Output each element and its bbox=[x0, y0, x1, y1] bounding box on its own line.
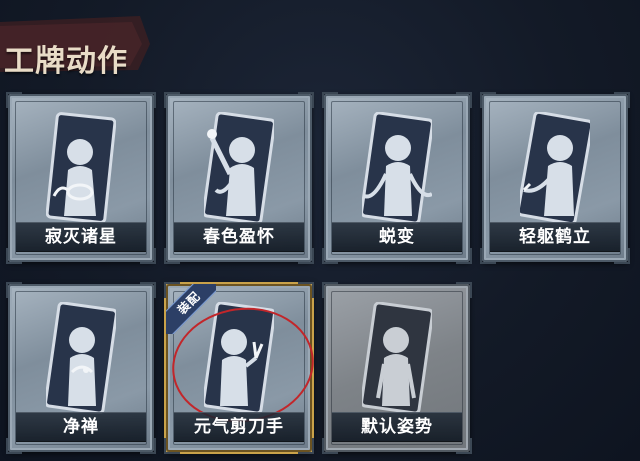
card-label: 轻躯鹤立 bbox=[490, 222, 620, 252]
card-label: 春色盈怀 bbox=[174, 222, 304, 252]
card-label: 寂灭诸星 bbox=[16, 222, 146, 252]
pose-silhouette-hands-circle-icon bbox=[46, 112, 116, 224]
pose-silhouette-arms-open-icon bbox=[362, 112, 432, 224]
badge-pose-screen: 工牌动作 寂灭诸星 春色盈怀 蜕变 轻躯鹤立 净禅 装配 元气剪刀手 默认姿势 bbox=[0, 0, 640, 461]
pose-silhouette-default-icon bbox=[362, 302, 432, 414]
pose-card-3[interactable]: 蜕变 bbox=[322, 92, 472, 264]
pose-card-5[interactable]: 净禅 bbox=[6, 282, 156, 454]
title-ribbon: 工牌动作 bbox=[0, 14, 150, 79]
pose-card-2[interactable]: 春色盈怀 bbox=[164, 92, 314, 264]
card-label: 默认姿势 bbox=[332, 412, 462, 442]
card-label: 净禅 bbox=[16, 412, 146, 442]
pose-card-1[interactable]: 寂灭诸星 bbox=[6, 92, 156, 264]
pose-silhouette-crane-icon bbox=[520, 112, 590, 224]
card-label: 元气剪刀手 bbox=[174, 412, 304, 442]
pose-card-4[interactable]: 轻躯鹤立 bbox=[480, 92, 630, 264]
pose-card-7[interactable]: 默认姿势 bbox=[322, 282, 472, 454]
equipped-badge-text: 装配 bbox=[166, 284, 216, 334]
pose-silhouette-zen-icon bbox=[46, 302, 116, 414]
pose-silhouette-flower-icon bbox=[204, 112, 274, 224]
page-title: 工牌动作 bbox=[4, 44, 128, 79]
equipped-badge: 装配 bbox=[166, 284, 216, 334]
card-label: 蜕变 bbox=[332, 222, 462, 252]
pose-card-6-equipped[interactable]: 装配 元气剪刀手 bbox=[164, 282, 322, 454]
